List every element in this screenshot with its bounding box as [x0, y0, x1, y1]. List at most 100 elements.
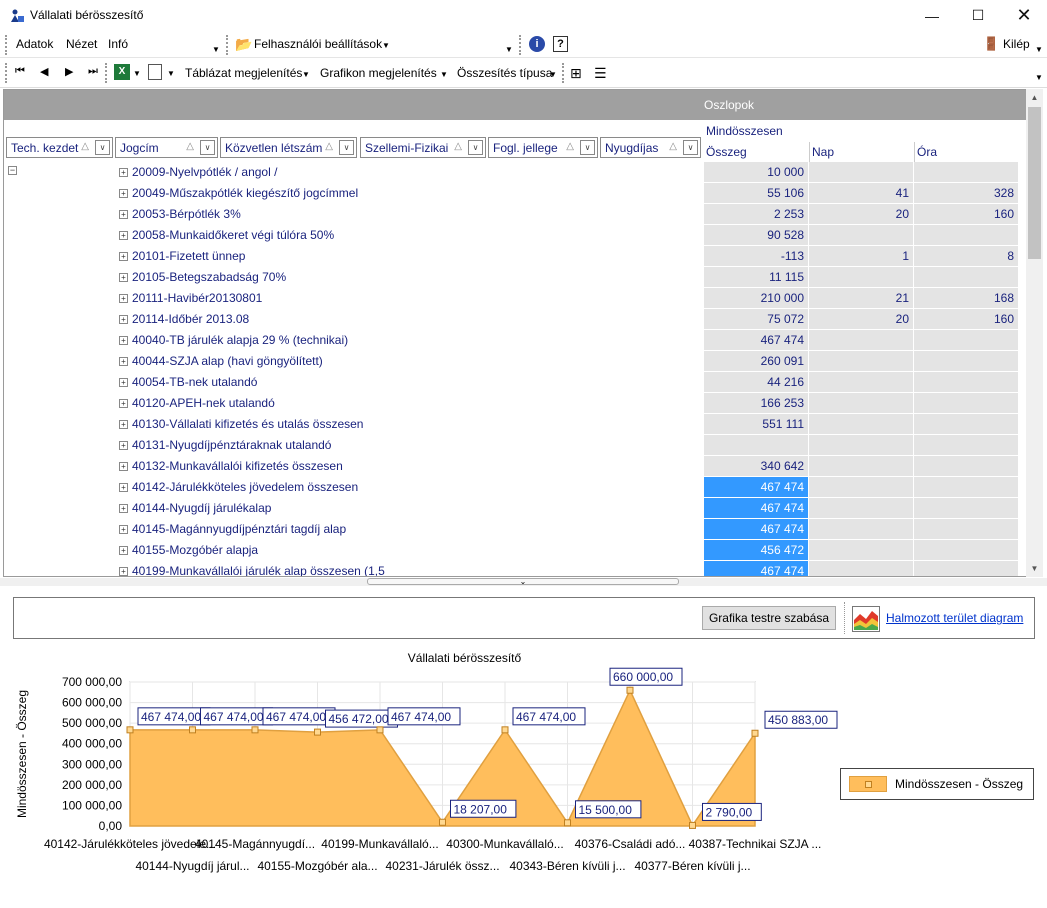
- expand-icon[interactable]: +: [119, 231, 128, 240]
- maximize-button[interactable]: ☐: [955, 0, 1001, 31]
- cell-ora[interactable]: [914, 498, 1019, 519]
- row-label[interactable]: +40131-Nyugdíjpénztáraknak utalandó: [119, 435, 331, 456]
- col-header-nap[interactable]: Nap: [809, 142, 914, 162]
- cell-ora[interactable]: [914, 435, 1019, 456]
- cell-osszeg[interactable]: 467 474: [704, 561, 809, 576]
- cell-nap[interactable]: 41: [809, 183, 914, 204]
- chevron-down-icon[interactable]: ▼: [382, 41, 390, 50]
- cell-nap[interactable]: [809, 267, 914, 288]
- cell-ora[interactable]: 160: [914, 309, 1019, 330]
- cell-osszeg[interactable]: 44 216: [704, 372, 809, 393]
- expand-icon[interactable]: +: [119, 315, 128, 324]
- expand-icon[interactable]: +: [119, 504, 128, 513]
- expand-icon[interactable]: +: [119, 546, 128, 555]
- filter-dropdown-icon[interactable]: ∨: [683, 140, 698, 155]
- row-label[interactable]: +40130-Vállalati kifizetés és utalás öss…: [119, 414, 363, 435]
- list-layout-icon[interactable]: ☰: [594, 65, 607, 82]
- cell-osszeg[interactable]: 210 000: [704, 288, 809, 309]
- cell-nap[interactable]: [809, 225, 914, 246]
- chart-view-menu[interactable]: Grafikon megjelenítés: [320, 66, 437, 80]
- cell-osszeg[interactable]: 2 253: [704, 204, 809, 225]
- row-label[interactable]: +20053-Bérpótlék 3%: [119, 204, 241, 225]
- cell-ora[interactable]: [914, 351, 1019, 372]
- filter-dropdown-icon[interactable]: ∨: [468, 140, 483, 155]
- expand-icon[interactable]: +: [119, 378, 128, 387]
- expand-icon[interactable]: +: [119, 189, 128, 198]
- expand-icon[interactable]: +: [119, 399, 128, 408]
- sort-icon[interactable]: △: [566, 141, 574, 152]
- row-label[interactable]: +20101-Fizetett ünnep: [119, 246, 245, 267]
- field-tech-kezdet[interactable]: Tech. kezdet △ ∨: [6, 137, 113, 158]
- expand-icon[interactable]: +: [119, 525, 128, 534]
- cell-ora[interactable]: [914, 519, 1019, 540]
- cell-ora[interactable]: [914, 477, 1019, 498]
- row-label[interactable]: +40155-Mozgóbér alapja: [119, 540, 258, 561]
- expand-icon[interactable]: +: [119, 168, 128, 177]
- cell-ora[interactable]: [914, 540, 1019, 561]
- scroll-down-icon[interactable]: ▼: [1026, 560, 1043, 577]
- cell-ora[interactable]: 328: [914, 183, 1019, 204]
- filter-dropdown-icon[interactable]: ∨: [200, 140, 215, 155]
- grid-vertical-scrollbar[interactable]: ▲ ▼: [1026, 89, 1043, 577]
- exit-button[interactable]: Kilép: [1003, 37, 1030, 51]
- menu-user-settings[interactable]: Felhasználói beállítások: [254, 37, 382, 51]
- chevron-down-icon[interactable]: ▼: [167, 69, 175, 78]
- cell-ora[interactable]: 168: [914, 288, 1019, 309]
- cell-ora[interactable]: [914, 393, 1019, 414]
- field-szellemi-fizikai[interactable]: Szellemi-Fizikai △ ∨: [360, 137, 486, 158]
- expand-icon[interactable]: +: [119, 420, 128, 429]
- field-nyugdijas[interactable]: Nyugdíjas △ ∨: [600, 137, 701, 158]
- expand-icon[interactable]: +: [119, 441, 128, 450]
- sort-icon[interactable]: △: [186, 141, 194, 152]
- area-chart-icon[interactable]: [852, 606, 880, 632]
- menu-adatok[interactable]: Adatok: [16, 37, 53, 51]
- cell-ora[interactable]: 8: [914, 246, 1019, 267]
- row-label[interactable]: +40132-Munkavállalói kifizetés összesen: [119, 456, 343, 477]
- collapse-icon[interactable]: −: [8, 166, 17, 175]
- cell-osszeg[interactable]: -113: [704, 246, 809, 267]
- cell-nap[interactable]: [809, 162, 914, 183]
- row-label[interactable]: +20111-Havibér20130801: [119, 288, 262, 309]
- col-header-osszeg[interactable]: Összeg: [704, 142, 809, 162]
- expand-icon[interactable]: +: [119, 210, 128, 219]
- cell-nap[interactable]: [809, 498, 914, 519]
- customize-chart-button[interactable]: Grafika testre szabása: [702, 606, 836, 630]
- row-label[interactable]: +40120-APEH-nek utalandó: [119, 393, 275, 414]
- cell-osszeg[interactable]: 75 072: [704, 309, 809, 330]
- sort-icon[interactable]: △: [81, 141, 89, 152]
- tree-layout-icon[interactable]: ⊞: [570, 65, 582, 82]
- expand-icon[interactable]: +: [119, 273, 128, 282]
- cell-ora[interactable]: [914, 267, 1019, 288]
- cell-nap[interactable]: [809, 372, 914, 393]
- row-label[interactable]: +20114-Időbér 2013.08: [119, 309, 249, 330]
- cell-nap[interactable]: [809, 351, 914, 372]
- cell-ora[interactable]: [914, 330, 1019, 351]
- row-label[interactable]: +40142-Járulékköteles jövedelem összesen: [119, 477, 358, 498]
- previous-record-icon[interactable]: ◀: [40, 65, 48, 78]
- cell-nap[interactable]: [809, 561, 914, 576]
- measure-header[interactable]: Mindösszesen: [704, 121, 1019, 141]
- expand-icon[interactable]: +: [119, 336, 128, 345]
- expand-icon[interactable]: +: [119, 567, 128, 576]
- cell-nap[interactable]: 1: [809, 246, 914, 267]
- next-record-icon[interactable]: ▶: [65, 65, 73, 78]
- cell-nap[interactable]: [809, 414, 914, 435]
- last-record-icon[interactable]: ⏭: [88, 65, 98, 78]
- field-fogl-jellege[interactable]: Fogl. jellege △ ∨: [488, 137, 598, 158]
- cell-ora[interactable]: 160: [914, 204, 1019, 225]
- row-label[interactable]: +40145-Magánnyugdíjpénztári tagdíj alap: [119, 519, 346, 540]
- cell-osszeg[interactable]: 166 253: [704, 393, 809, 414]
- row-label[interactable]: +20049-Műszakpótlék kiegészítő jogcímmel: [119, 183, 358, 204]
- menu-overflow-icon[interactable]: ▼: [212, 45, 220, 54]
- splitter-collapse-icon[interactable]: ⌄: [367, 578, 679, 586]
- chevron-down-icon[interactable]: ▼: [133, 69, 141, 78]
- help-icon[interactable]: ?: [553, 36, 568, 52]
- panel-splitter[interactable]: ⌄: [0, 578, 1047, 586]
- menu-info[interactable]: Infó: [108, 37, 128, 51]
- expand-icon[interactable]: +: [119, 252, 128, 261]
- menu-nezet[interactable]: Nézet: [66, 37, 97, 51]
- chart-type-link[interactable]: Halmozott terület diagram: [886, 611, 1023, 625]
- cell-osszeg[interactable]: 456 472: [704, 540, 809, 561]
- cell-osszeg[interactable]: [704, 435, 809, 456]
- sort-icon[interactable]: △: [325, 141, 333, 152]
